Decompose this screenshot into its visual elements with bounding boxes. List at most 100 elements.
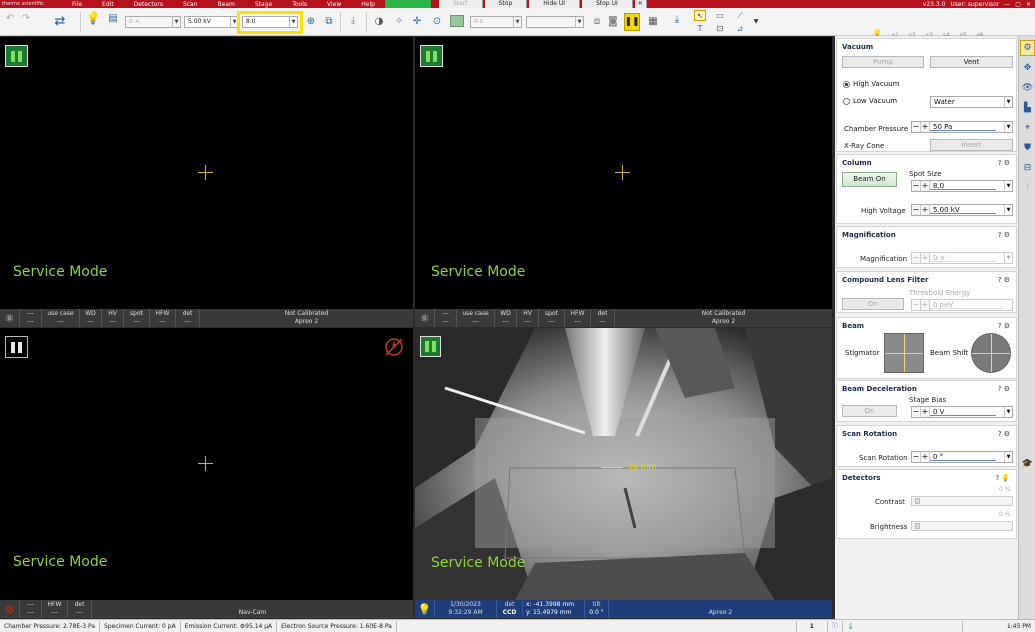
stop-ui-button[interactable]: Stop UI (582, 0, 633, 8)
stigmator-pad[interactable] (884, 333, 924, 373)
help-icon[interactable]: ? 💡 (995, 474, 1010, 482)
help-icon[interactable]: ? ⚙ (998, 430, 1010, 438)
pause-icon[interactable] (420, 336, 441, 357)
info-icon[interactable]: ⓘ (828, 620, 843, 632)
contrast-icon[interactable]: ◑ (372, 14, 386, 28)
beam-shift-label: Beam Shift (930, 349, 969, 357)
measure-tool-icon[interactable]: ⊡ (714, 23, 726, 34)
education-icon[interactable]: 🎓 (1020, 456, 1035, 472)
magnification-combo[interactable]: 0 × ▼ (125, 16, 181, 28)
redo-icon[interactable]: ↷ (20, 12, 32, 24)
help-icon[interactable]: ? ⚙ (998, 159, 1010, 167)
lightbulb-icon[interactable]: 💡 (86, 10, 101, 26)
high-voltage-input[interactable]: − +5.00 kV ▼ (911, 204, 1013, 216)
focus-icon[interactable]: ✧ (392, 14, 406, 28)
alignment-page-icon[interactable]: ⌖ (1020, 120, 1035, 136)
quad-3-viewport[interactable]: Service Mode (0, 328, 413, 600)
user-label: User: supervisor (950, 0, 1000, 8)
start-button[interactable]: Start (438, 0, 483, 8)
vent-button[interactable]: Vent (930, 56, 1013, 68)
scan-area-icon[interactable] (450, 15, 464, 27)
high-vacuum-radio[interactable]: High Vacuum (843, 80, 899, 88)
menu-beam[interactable]: Beam (218, 1, 235, 8)
brightness-slider[interactable] (911, 521, 1013, 531)
pause-toggle-icon[interactable]: ❚❚ (624, 13, 640, 31)
snapshot-icon[interactable]: ◙ (606, 14, 620, 28)
quad-2-viewport[interactable]: Service Mode (415, 37, 832, 309)
scan-preset-icon[interactable]: ▤ (106, 10, 120, 26)
spot-size-input[interactable]: − +8.0 ▼ (911, 180, 1013, 192)
select-tool-icon[interactable]: ↖ (694, 10, 706, 21)
low-vacuum-radio[interactable]: Low Vacuum (843, 97, 897, 105)
menu-scan[interactable]: Scan (183, 1, 198, 8)
restore-icon[interactable]: ▢ (1015, 1, 1021, 8)
quad-layout-icon[interactable]: ▦ (646, 14, 660, 28)
line-tool-icon[interactable]: ⟋ (734, 10, 746, 21)
lightbulb-icon[interactable]: 💡 (415, 600, 435, 618)
pause-icon[interactable] (5, 336, 28, 358)
menu-file[interactable]: File (72, 1, 82, 8)
pause-icon[interactable] (5, 45, 28, 67)
minimize-icon[interactable]: — (1004, 1, 1010, 8)
beam-shift-pad[interactable] (971, 333, 1011, 373)
atom-icon[interactable]: ⚛ (415, 309, 435, 327)
stigmator-icon[interactable]: ✛ (410, 14, 424, 28)
menu-help[interactable]: Help (361, 1, 375, 8)
pause-icon[interactable] (420, 45, 443, 67)
camera-icon[interactable]: ⧈ (590, 14, 604, 28)
menu-view[interactable]: View (327, 1, 341, 8)
beam-on-button[interactable]: Beam On (842, 172, 897, 187)
panel-title: Compound Lens Filter (842, 276, 929, 284)
beam-page-icon[interactable]: ⚙ (1020, 40, 1035, 56)
stage-bias-input[interactable]: − +0 V ▼ (911, 406, 1013, 418)
rectangle-tool-icon[interactable]: ▭ (714, 10, 726, 21)
close-icon[interactable]: ✕ (1026, 1, 1031, 8)
navigation-page-icon[interactable]: ✥ (1020, 60, 1035, 76)
hide-ui-button[interactable]: Hide UI (529, 0, 581, 8)
stage-page-icon[interactable]: ⊟ (1020, 160, 1035, 176)
undo-icon[interactable]: ↶ (4, 12, 16, 24)
menu-stage[interactable]: Stage (255, 1, 272, 8)
stop-button[interactable]: Stop (484, 0, 528, 8)
dwell-time-combo[interactable]: 0 s ▼ (470, 16, 522, 28)
chevron-down-icon[interactable]: ▼ (752, 16, 760, 26)
quad-1-viewport[interactable]: Service Mode (0, 37, 413, 309)
compass-icon[interactable]: ⊘ (0, 600, 20, 618)
stage-icon[interactable]: ⫰ (346, 14, 360, 28)
scan-rotation-input[interactable]: − +0 ° ▼ (911, 451, 1013, 463)
menu-detectors[interactable]: Detectors (134, 1, 163, 8)
atom-icon[interactable]: ⚛ (0, 309, 20, 327)
insert-button[interactable]: Insert (930, 139, 1013, 151)
swap-beams-icon[interactable]: ⇄ (50, 11, 70, 31)
zoom-image-icon[interactable]: ⧉ (322, 14, 336, 28)
detectors-page-icon[interactable]: ⛊ (1020, 140, 1035, 156)
help-icon[interactable]: ? ⚙ (998, 231, 1010, 239)
threshold-energy-input[interactable]: − +0 peV (911, 299, 1013, 311)
gas-select[interactable]: Water ▼ (930, 96, 1013, 108)
close-ui-button[interactable]: ✕ (634, 0, 647, 8)
patterning-page-icon[interactable]: ▙ (1020, 100, 1035, 116)
resolution-combo[interactable]: ▼ (526, 16, 584, 28)
high-voltage-combo[interactable]: 5.00 kV ▼ (184, 16, 239, 28)
crosshair-icon[interactable]: ⊙ (430, 14, 444, 28)
help-icon[interactable]: ? ⚙ (998, 276, 1010, 284)
beam-centering-icon[interactable]: ⊕ (304, 14, 318, 28)
menu-edit[interactable]: Edit (102, 1, 114, 8)
angle-tool-icon[interactable]: ⊿ (734, 23, 746, 34)
tools-page-icon[interactable]: ⫶ (1020, 180, 1035, 196)
download-icon[interactable]: ⤓ (670, 11, 684, 27)
contrast-slider[interactable] (911, 496, 1013, 506)
text-tool-icon[interactable]: T (694, 23, 706, 34)
help-icon[interactable]: ? ⚙ (998, 385, 1010, 393)
page-indicator[interactable]: 1 (795, 620, 828, 632)
decel-on-button[interactable]: On (842, 405, 897, 417)
magnification-input[interactable]: − +0 × ▼ (911, 252, 1013, 264)
menu-tools[interactable]: Tools (292, 1, 307, 8)
help-icon[interactable]: ? ⚙ (998, 322, 1010, 330)
view-page-icon[interactable]: 👁 (1020, 80, 1035, 96)
chamber-pressure-input[interactable]: − +50 Pa ▼ (911, 121, 1013, 133)
quad-4-viewport[interactable]: 10 mm Service Mode (415, 328, 832, 600)
spot-size-combo[interactable]: 8.0 ▼ (242, 16, 298, 28)
pump-button[interactable]: Pump (842, 56, 924, 68)
clf-on-button[interactable]: On (842, 298, 904, 310)
